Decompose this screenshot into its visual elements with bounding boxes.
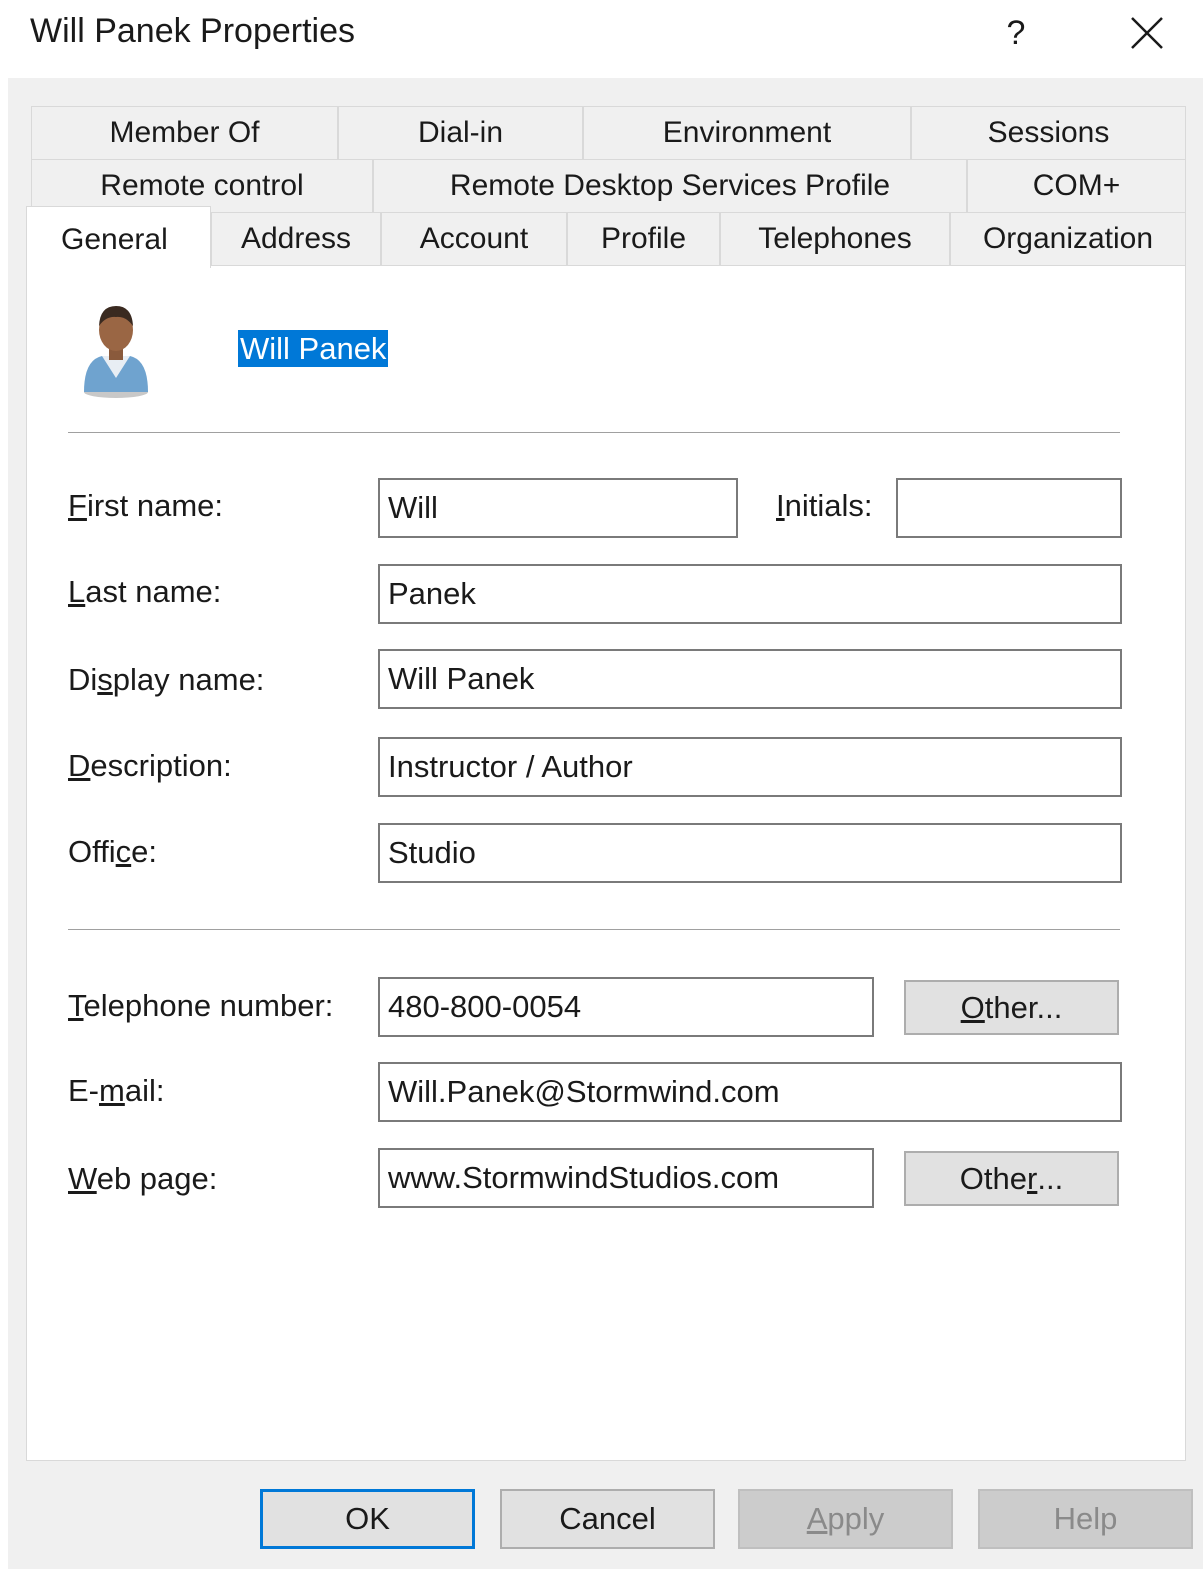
tab-account[interactable]: Account [381, 212, 567, 265]
description-label: Description: [68, 748, 232, 783]
cancel-button[interactable]: Cancel [500, 1489, 715, 1549]
email-field[interactable]: Will.Panek@Stormwind.com [378, 1062, 1122, 1122]
tab-profile[interactable]: Profile [567, 212, 720, 265]
last-name-label: Last name: [68, 574, 222, 609]
first-name-field[interactable]: Will [378, 478, 738, 538]
email-label: E-mail: [68, 1073, 165, 1108]
description-field[interactable]: Instructor / Author [378, 737, 1122, 797]
close-icon[interactable] [1122, 8, 1172, 58]
title-bar: Will Panek Properties ? [0, 0, 1203, 78]
help-button[interactable]: Help [978, 1489, 1193, 1549]
last-name-field[interactable]: Panek [378, 564, 1122, 624]
tab-telephones[interactable]: Telephones [720, 212, 950, 265]
web-page-label: Web page: [68, 1161, 218, 1196]
tab-general[interactable]: General [26, 206, 211, 268]
web-page-field[interactable]: www.StormwindStudios.com [378, 1148, 874, 1208]
telephone-number-field[interactable]: 480-800-0054 [378, 977, 874, 1037]
ok-button[interactable]: OK [260, 1489, 475, 1549]
tab-sessions[interactable]: Sessions [911, 106, 1186, 159]
apply-button[interactable]: Apply [738, 1489, 953, 1549]
other-web-page-button[interactable]: Othe r... [904, 1151, 1119, 1206]
tab-environment[interactable]: Environment [583, 106, 911, 159]
display-name-header-selected[interactable]: Will Panek [238, 330, 389, 367]
separator-middle [68, 929, 1120, 931]
tab-organization[interactable]: Organization [950, 212, 1186, 265]
tab-remote-control[interactable]: Remote control [31, 159, 373, 212]
tab-remote-desktop-services-profile[interactable]: Remote Desktop Services Profile [373, 159, 967, 212]
separator-top [68, 432, 1120, 434]
display-name-field[interactable]: Will Panek [378, 649, 1122, 709]
tab-address[interactable]: Address [211, 212, 381, 265]
user-avatar-icon [78, 300, 154, 400]
initials-label: Initials: [776, 488, 873, 523]
other-telephone-button[interactable]: Other... [904, 980, 1119, 1035]
office-field[interactable]: Studio [378, 823, 1122, 883]
tab-com-plus[interactable]: COM+ [967, 159, 1186, 212]
tab-member-of[interactable]: Member Of [31, 106, 338, 159]
window-title: Will Panek Properties [30, 12, 356, 50]
display-name-label: Display name: [68, 662, 265, 697]
initials-field[interactable] [896, 478, 1122, 538]
help-icon[interactable]: ? [996, 8, 1036, 58]
tab-dial-in[interactable]: Dial-in [338, 106, 583, 159]
office-label: Office: [68, 834, 158, 869]
telephone-number-label: Telephone number: [68, 988, 334, 1023]
first-name-label: First name: [68, 488, 224, 523]
